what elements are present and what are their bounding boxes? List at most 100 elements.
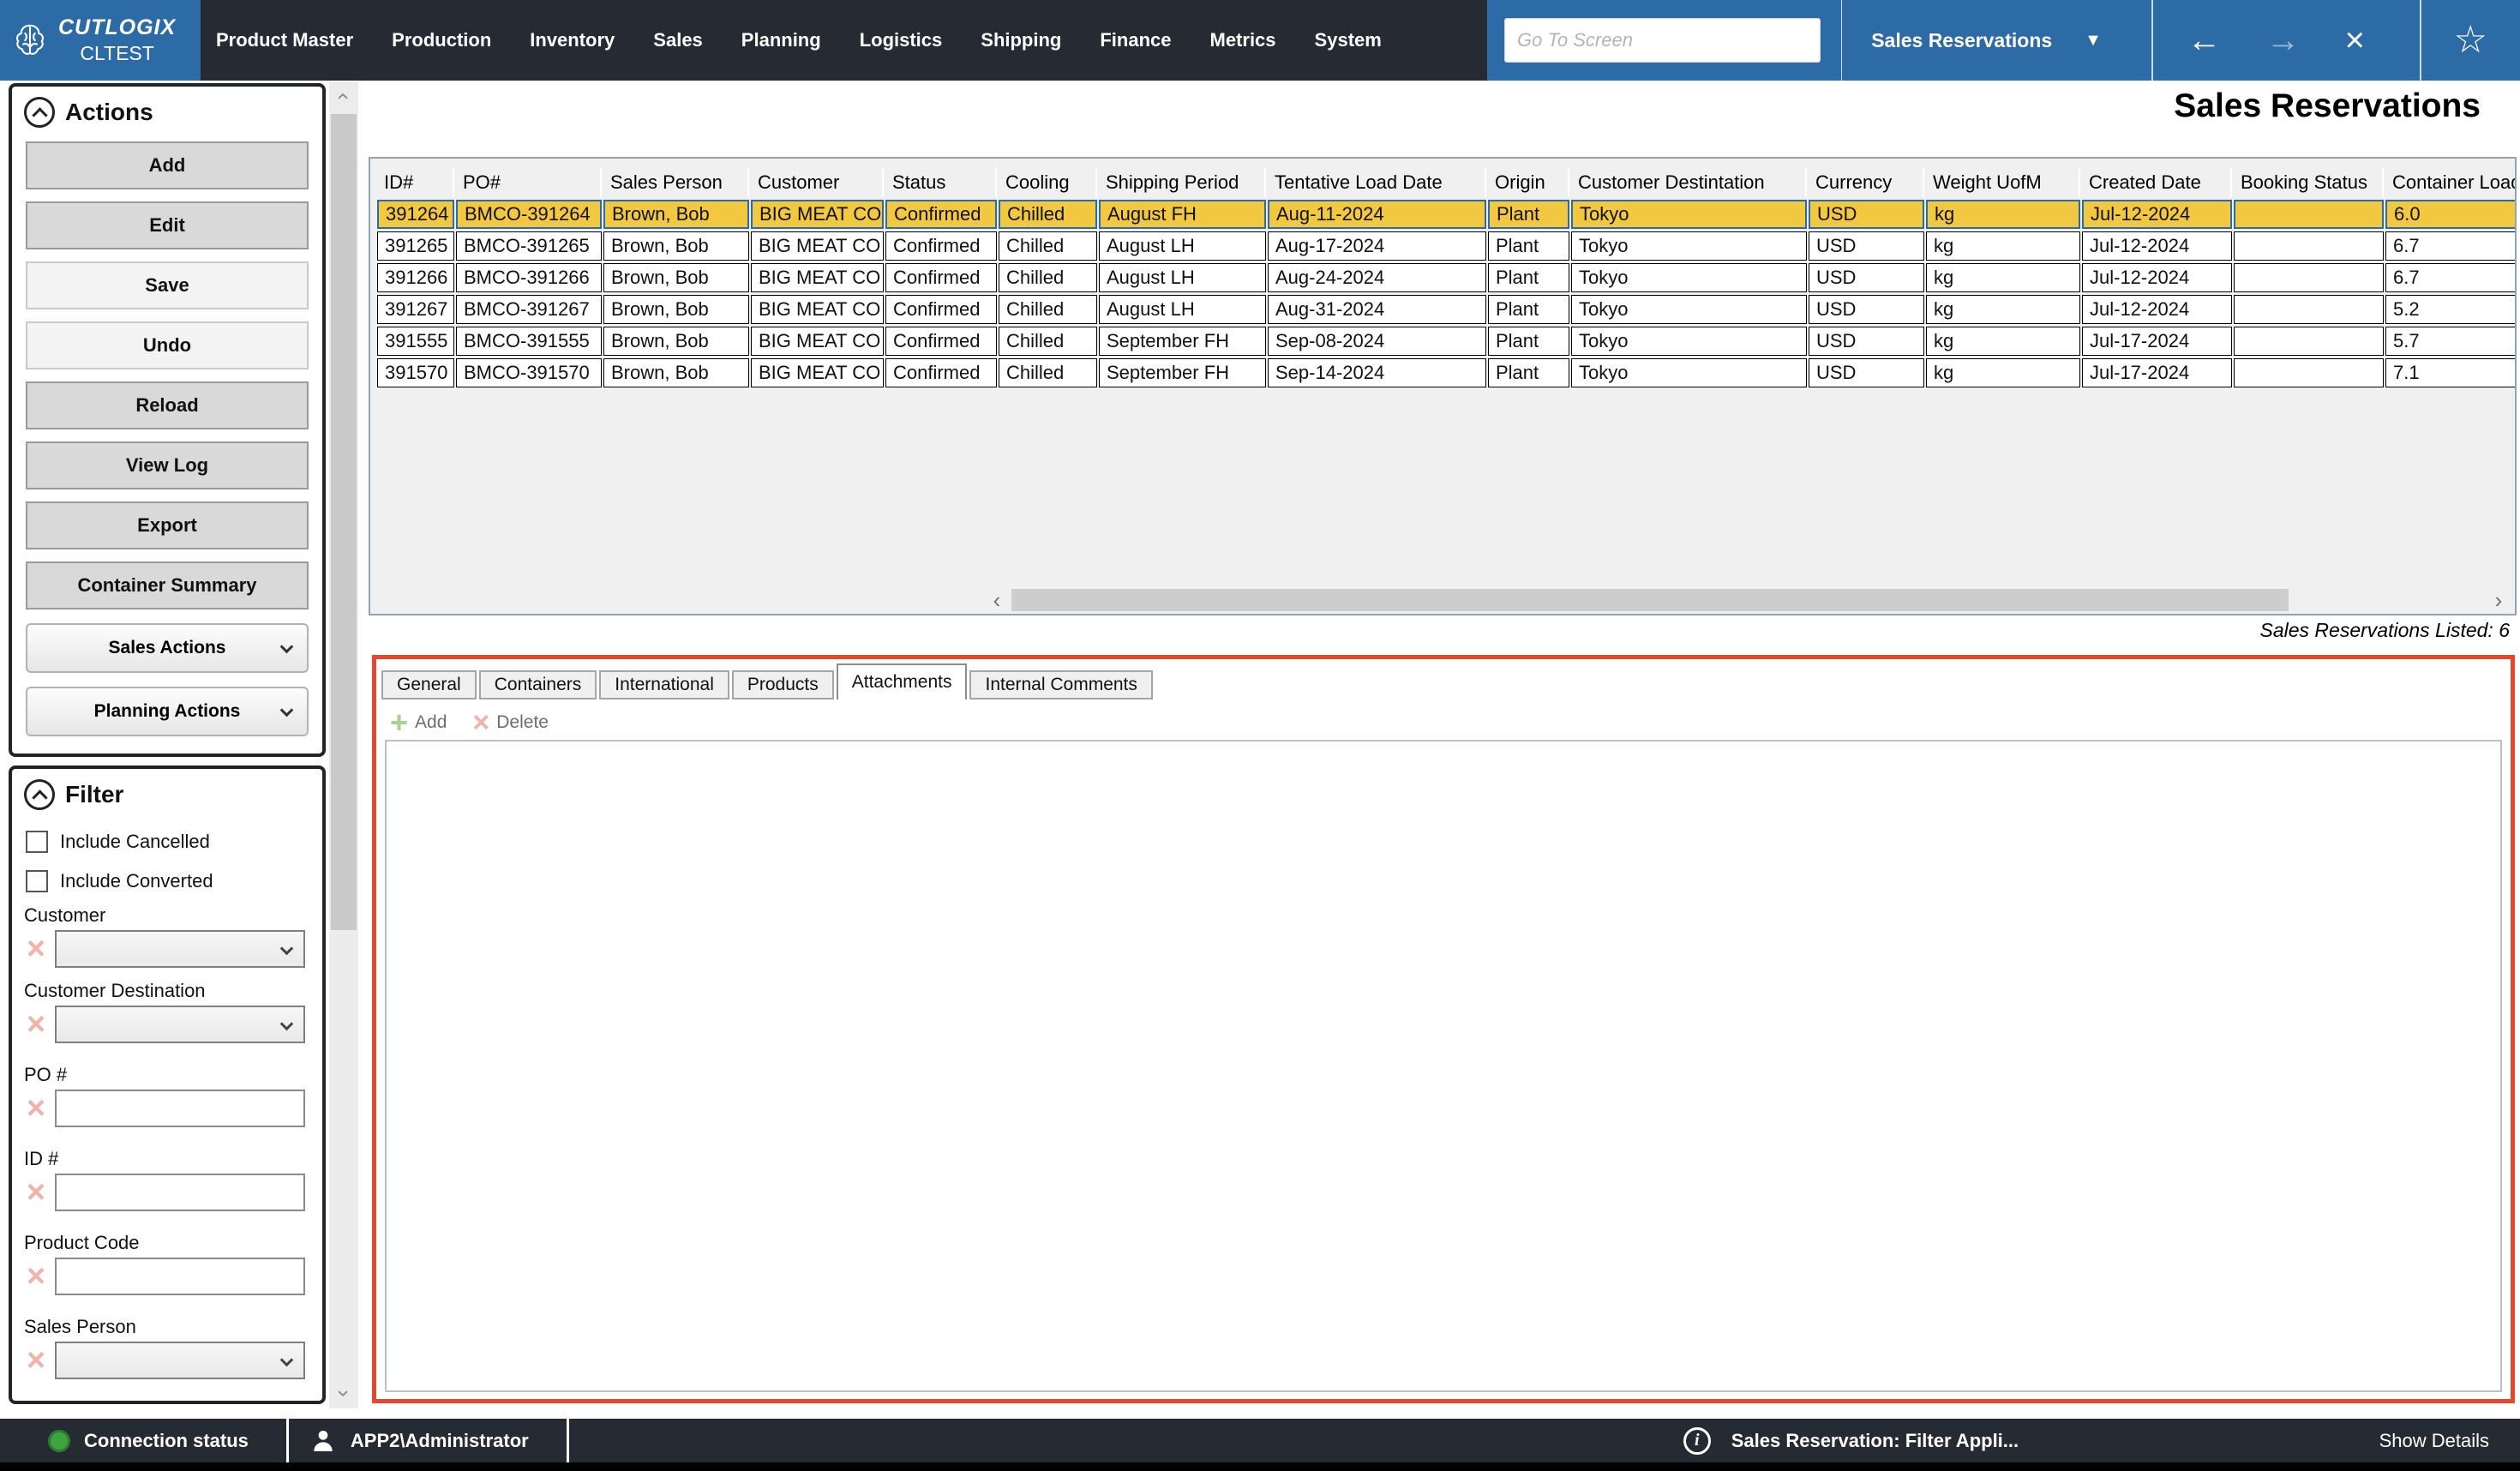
table-cell[interactable]: kg <box>1926 263 2080 292</box>
table-cell[interactable]: 391570 <box>377 358 454 387</box>
table-column-header[interactable]: Weight UofM <box>1926 168 2080 197</box>
delete-attachment-button[interactable]: × Delete <box>472 708 549 737</box>
table-cell[interactable]: BIG MEAT CO <box>751 231 884 261</box>
action-button[interactable]: Export <box>26 501 309 549</box>
action-button[interactable]: Add <box>26 141 309 189</box>
detail-tab[interactable]: Containers <box>479 670 597 699</box>
table-cell[interactable]: Sep-14-2024 <box>1268 358 1486 387</box>
table-cell[interactable]: kg <box>1926 231 2080 261</box>
table-cell[interactable]: September FH <box>1099 327 1266 356</box>
table-cell[interactable]: Brown, Bob <box>603 327 749 356</box>
nav-menu-item[interactable]: Shipping <box>981 29 1061 51</box>
table-cell[interactable]: Plant <box>1488 358 1569 387</box>
sidebar-scrollbar-thumb[interactable] <box>331 114 357 930</box>
table-cell[interactable]: Confirmed <box>885 295 997 324</box>
table-cell[interactable]: BMCO-391267 <box>456 295 602 324</box>
table-cell[interactable]: August LH <box>1099 295 1266 324</box>
table-cell[interactable]: 5.2 <box>2385 295 2517 324</box>
clear-filter-icon[interactable]: × <box>17 933 55 965</box>
scroll-up-icon[interactable]: ‹ <box>329 83 358 110</box>
table-cell[interactable]: 5.7 <box>2385 327 2517 356</box>
table-cell[interactable]: Jul-12-2024 <box>2082 295 2232 324</box>
table-cell[interactable]: Chilled <box>999 263 1097 292</box>
table-cell[interactable]: BIG MEAT CO <box>751 200 884 229</box>
table-column-header[interactable]: Sales Person <box>603 168 749 197</box>
show-details-button[interactable]: Show Details <box>2379 1430 2520 1452</box>
action-button[interactable]: Reload <box>26 381 309 429</box>
table-column-header[interactable]: Booking Status <box>2234 168 2384 197</box>
table-column-header[interactable]: Tentative Load Date <box>1268 168 1486 197</box>
table-cell[interactable]: Chilled <box>999 295 1097 324</box>
table-cell[interactable]: Chilled <box>999 327 1097 356</box>
table-cell[interactable]: September FH <box>1099 358 1266 387</box>
table-cell[interactable]: BIG MEAT CO <box>751 295 884 324</box>
horizontal-scrollbar[interactable]: ‹ › <box>984 588 2511 612</box>
goto-screen-input[interactable] <box>1504 18 1821 63</box>
table-cell[interactable]: August FH <box>1099 200 1266 229</box>
table-cell[interactable]: BIG MEAT CO <box>751 358 884 387</box>
table-row[interactable]: 391555 BMCO-391555 Brown, Bob BIG MEAT C… <box>377 327 2517 356</box>
table-column-header[interactable]: Cooling <box>999 168 1097 197</box>
forward-icon[interactable]: → <box>2266 23 2301 57</box>
action-button[interactable]: Save <box>26 261 309 309</box>
table-cell[interactable]: kg <box>1926 200 2080 229</box>
detail-tab[interactable]: General <box>381 670 477 699</box>
sidebar-scrollbar[interactable]: ‹ › <box>329 81 358 1408</box>
table-cell[interactable]: Jul-12-2024 <box>2082 231 2232 261</box>
table-cell[interactable]: BIG MEAT CO <box>751 327 884 356</box>
table-cell[interactable]: Brown, Bob <box>603 358 749 387</box>
table-cell[interactable]: BMCO-391265 <box>456 231 602 261</box>
table-cell[interactable]: Aug-17-2024 <box>1268 231 1486 261</box>
product-code-input[interactable] <box>55 1258 305 1295</box>
table-cell[interactable]: Tokyo <box>1571 263 1807 292</box>
screen-selector-dropdown[interactable]: Sales Reservations ▼ <box>1842 0 2131 81</box>
table-cell[interactable]: 7.1 <box>2385 358 2517 387</box>
nav-menu-item[interactable]: Inventory <box>530 29 615 51</box>
table-cell[interactable]: Brown, Bob <box>603 263 749 292</box>
table-cell[interactable]: 391265 <box>377 231 454 261</box>
table-column-header[interactable]: ID# <box>377 168 454 197</box>
close-icon[interactable]: × <box>2345 23 2365 57</box>
nav-menu-item[interactable]: Product Master <box>216 29 353 51</box>
table-cell[interactable] <box>2234 231 2384 261</box>
table-cell[interactable]: USD <box>1809 231 1924 261</box>
table-cell[interactable]: BMCO-391570 <box>456 358 602 387</box>
nav-menu-item[interactable]: Sales <box>653 29 703 51</box>
back-icon[interactable]: ← <box>2187 23 2222 57</box>
table-cell[interactable]: Jul-17-2024 <box>2082 327 2232 356</box>
table-cell[interactable] <box>2234 295 2384 324</box>
table-cell[interactable]: Jul-12-2024 <box>2082 263 2232 292</box>
table-cell[interactable]: USD <box>1809 358 1924 387</box>
table-row[interactable]: 391570 BMCO-391570 Brown, Bob BIG MEAT C… <box>377 358 2517 387</box>
table-cell[interactable]: Sep-08-2024 <box>1268 327 1486 356</box>
table-cell[interactable]: Brown, Bob <box>603 231 749 261</box>
table-cell[interactable]: Aug-31-2024 <box>1268 295 1486 324</box>
table-cell[interactable]: 6.7 <box>2385 231 2517 261</box>
table-cell[interactable]: USD <box>1809 263 1924 292</box>
table-cell[interactable]: Aug-11-2024 <box>1268 200 1486 229</box>
table-cell[interactable]: 391264 <box>377 200 454 229</box>
table-cell[interactable]: kg <box>1926 295 2080 324</box>
nav-menu-item[interactable]: Finance <box>1100 29 1171 51</box>
table-column-header[interactable]: Customer Destintation <box>1571 168 1807 197</box>
sales-person-select[interactable] <box>55 1342 305 1379</box>
table-cell[interactable]: Jul-12-2024 <box>2082 200 2232 229</box>
clear-filter-icon[interactable]: × <box>17 1344 55 1377</box>
table-cell[interactable]: kg <box>1926 358 2080 387</box>
table-cell[interactable]: Jul-17-2024 <box>2082 358 2232 387</box>
table-cell[interactable]: Confirmed <box>885 231 997 261</box>
clear-filter-icon[interactable]: × <box>17 1092 55 1125</box>
table-cell[interactable]: Tokyo <box>1571 200 1807 229</box>
table-cell[interactable]: Plant <box>1488 263 1569 292</box>
table-cell[interactable]: Tokyo <box>1571 327 1807 356</box>
table-cell[interactable]: Tokyo <box>1571 358 1807 387</box>
table-cell[interactable]: Tokyo <box>1571 295 1807 324</box>
table-row[interactable]: 391267 BMCO-391267 Brown, Bob BIG MEAT C… <box>377 295 2517 324</box>
detail-tab[interactable]: Attachments <box>837 663 968 699</box>
table-cell[interactable]: 6.0 <box>2385 200 2517 229</box>
table-cell[interactable]: 391555 <box>377 327 454 356</box>
table-cell[interactable] <box>2234 263 2384 292</box>
nav-menu-item[interactable]: System <box>1315 29 1382 51</box>
table-cell[interactable]: Aug-24-2024 <box>1268 263 1486 292</box>
table-column-header[interactable]: Origin <box>1488 168 1569 197</box>
